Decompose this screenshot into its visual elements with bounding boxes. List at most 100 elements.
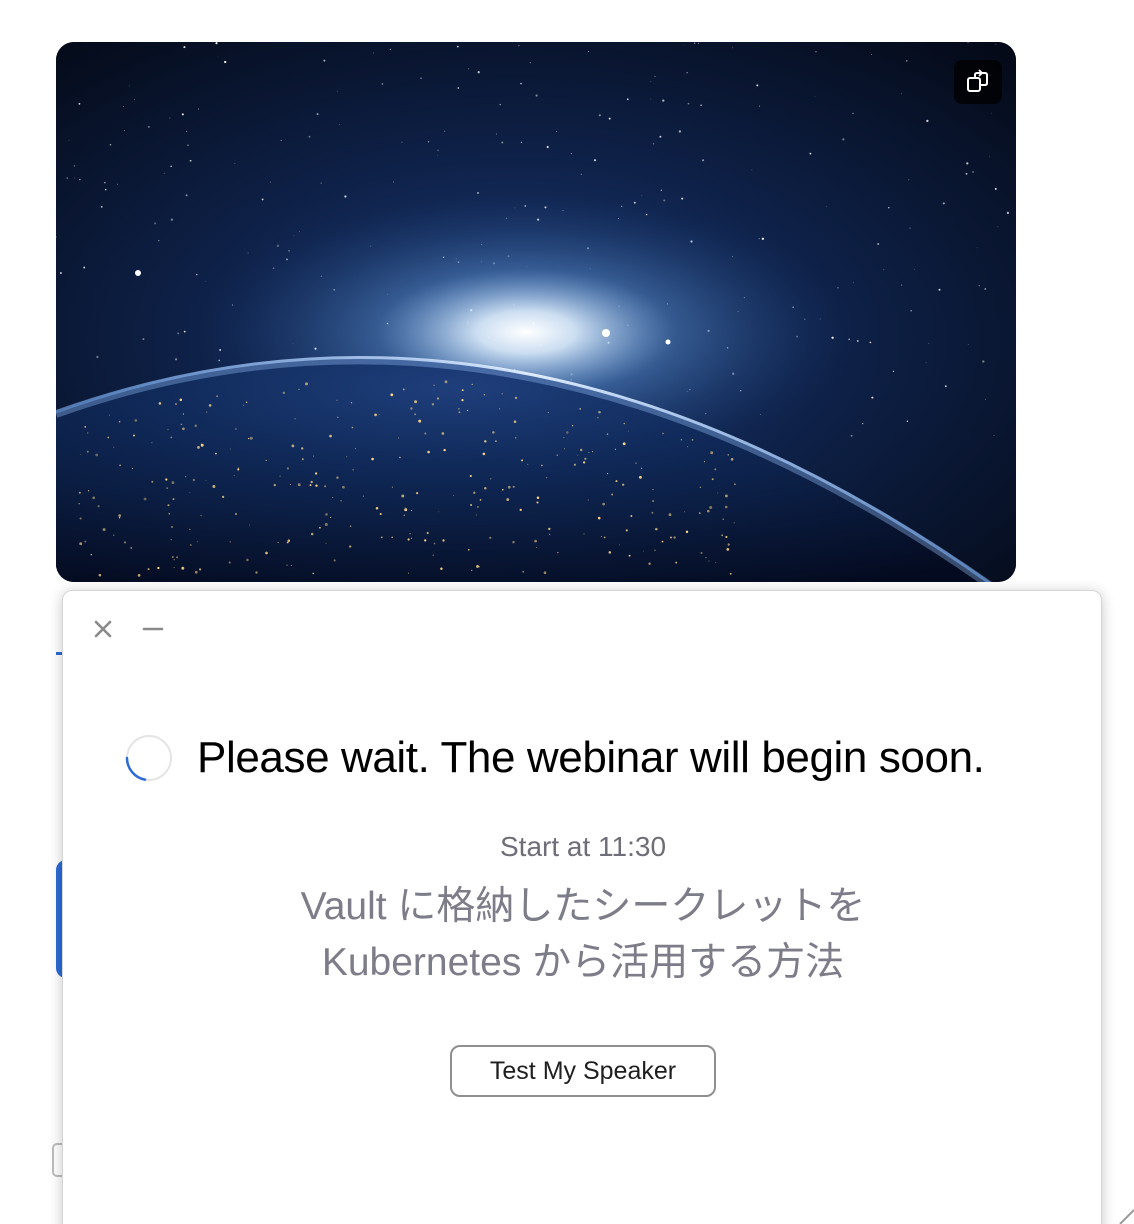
city-light: [332, 496, 334, 499]
city-light: [380, 536, 383, 539]
city-light: [391, 536, 393, 539]
city-light: [182, 427, 185, 431]
city-light: [349, 545, 352, 548]
city-light: [84, 426, 87, 428]
city-light: [312, 572, 315, 575]
city-light: [602, 502, 606, 506]
city-light: [310, 480, 313, 484]
city-light: [171, 481, 175, 485]
star: [224, 60, 227, 64]
city-light: [336, 476, 339, 479]
city-light: [625, 529, 628, 532]
city-light: [709, 506, 713, 509]
star: [982, 360, 985, 363]
star: [323, 59, 326, 62]
city-light: [167, 428, 169, 430]
city-light: [108, 414, 110, 416]
city-light: [501, 393, 503, 395]
city-light: [329, 516, 332, 519]
city-light: [587, 499, 589, 501]
city-light: [235, 513, 237, 515]
start-time-label: Start at 11:30: [499, 831, 667, 862]
star: [678, 130, 682, 133]
minimize-button[interactable]: [141, 617, 165, 641]
city-light: [313, 455, 315, 457]
waiting-headline: Please wait. The webinar will begin soon…: [197, 733, 985, 782]
city-light: [379, 513, 382, 515]
city-light: [294, 418, 296, 420]
resize-grip-icon: [1119, 1209, 1134, 1224]
city-light: [130, 547, 132, 549]
city-light: [699, 486, 702, 489]
city-light: [78, 491, 81, 494]
city-light: [98, 573, 102, 577]
city-light: [638, 475, 642, 479]
close-button[interactable]: [91, 617, 115, 641]
star: [826, 206, 827, 208]
city-light: [443, 448, 446, 452]
city-light: [86, 450, 89, 453]
star: [78, 102, 81, 105]
star: [626, 98, 629, 101]
star: [901, 284, 903, 286]
city-light: [374, 413, 377, 417]
star: [901, 93, 902, 95]
city-light: [340, 499, 342, 502]
star: [978, 285, 980, 287]
test-my-speaker-button[interactable]: Test My Speaker: [450, 1045, 716, 1097]
star: [316, 113, 319, 116]
city-light: [315, 484, 318, 487]
city-light: [708, 560, 710, 562]
star: [401, 141, 403, 143]
city-light: [444, 380, 448, 384]
city-light: [192, 478, 196, 482]
city-light: [118, 517, 121, 519]
city-light: [722, 518, 724, 520]
city-light: [714, 468, 717, 471]
city-light: [727, 454, 729, 456]
city-light: [608, 551, 612, 554]
city-light: [577, 454, 579, 456]
star: [183, 330, 186, 333]
city-light: [473, 491, 476, 494]
star: [686, 71, 688, 74]
city-light: [143, 497, 147, 501]
city-light: [131, 467, 134, 469]
star: [116, 183, 119, 185]
city-light: [615, 480, 618, 483]
star: [991, 112, 993, 114]
star: [997, 226, 999, 228]
city-light: [675, 561, 678, 564]
star: [234, 163, 236, 164]
star: [280, 139, 282, 142]
star: [994, 187, 997, 190]
city-light: [167, 504, 170, 507]
city-light: [80, 453, 82, 455]
city-light: [733, 522, 735, 524]
city-light: [414, 413, 417, 416]
city-light: [477, 506, 479, 508]
city-light: [301, 447, 304, 450]
star: [928, 342, 930, 344]
star: [73, 165, 76, 167]
city-light: [180, 423, 183, 426]
star: [883, 269, 885, 271]
webinar-topic: Vault に格納したシークレットを Kubernetes から活用する方法: [63, 879, 1103, 991]
city-light: [233, 474, 235, 476]
expand-video-button[interactable]: [954, 60, 1002, 104]
city-light: [249, 524, 250, 526]
star: [693, 42, 696, 44]
star: [842, 138, 845, 141]
city-light: [433, 384, 435, 386]
star: [967, 42, 969, 44]
city-light: [402, 388, 405, 391]
city-light: [507, 485, 511, 489]
star: [659, 135, 662, 138]
city-light: [107, 436, 110, 439]
star: [133, 99, 135, 100]
city-light: [172, 498, 175, 501]
city-light: [123, 541, 127, 544]
city-light: [592, 451, 594, 453]
star: [608, 117, 611, 120]
city-light: [502, 488, 504, 491]
